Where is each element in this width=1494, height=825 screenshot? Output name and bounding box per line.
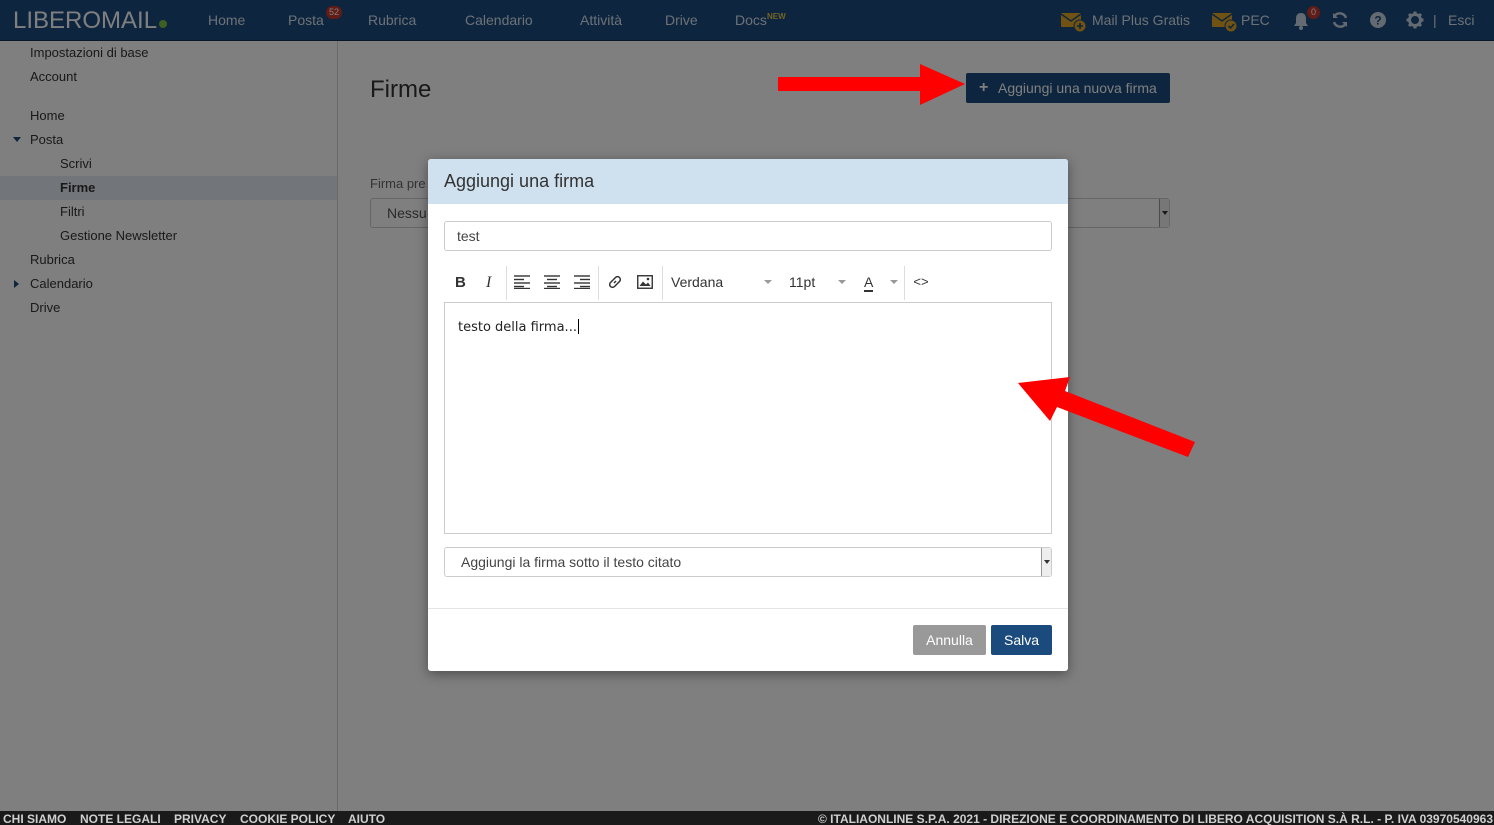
align-right-icon[interactable] <box>570 264 594 300</box>
svg-text:I: I <box>485 274 492 290</box>
select-arrow-icon[interactable] <box>1041 548 1051 576</box>
footer-link-chi-siamo[interactable]: CHI SIAMO <box>3 812 66 825</box>
footer-link-cookie-policy[interactable]: COOKIE POLICY <box>240 812 335 825</box>
font-family-value: Verdana <box>671 274 724 290</box>
save-button[interactable]: Salva <box>991 625 1052 655</box>
chevron-down-icon <box>838 280 846 284</box>
link-icon[interactable] <box>602 264 628 300</box>
page-footer: CHI SIAMO NOTE LEGALI PRIVACY COOKIE POL… <box>0 811 1494 825</box>
signature-position-select[interactable]: Aggiungi la firma sotto il testo citato <box>444 547 1052 577</box>
font-family-dropdown[interactable]: Verdana <box>671 264 779 300</box>
svg-text:B: B <box>455 274 466 290</box>
chevron-down-icon <box>890 280 898 284</box>
font-size-value: 11pt <box>789 274 816 290</box>
editor-content[interactable]: testo della firma... <box>458 319 579 336</box>
footer-link-note-legali[interactable]: NOTE LEGALI <box>80 812 161 825</box>
source-code-icon[interactable]: <> <box>910 264 932 300</box>
toolbar-divider <box>662 266 663 300</box>
italic-icon[interactable]: I <box>478 264 502 300</box>
footer-link-aiuto[interactable]: AIUTO <box>348 812 385 825</box>
signature-name-input[interactable] <box>444 221 1052 251</box>
font-size-dropdown[interactable]: 11pt <box>789 264 849 300</box>
dialog-footer-divider <box>428 608 1068 609</box>
cancel-button[interactable]: Annulla <box>913 625 986 655</box>
toolbar-divider <box>506 266 507 300</box>
dialog-title: Aggiungi una firma <box>444 171 595 191</box>
align-left-icon[interactable] <box>510 264 534 300</box>
editor-text: testo della firma... <box>458 320 577 335</box>
text-color-glyph: A <box>864 274 874 290</box>
toolbar-divider <box>904 266 905 300</box>
add-signature-dialog: Aggiungi una firma B I Verdana <box>428 159 1068 671</box>
text-cursor <box>577 319 579 334</box>
image-icon[interactable] <box>632 264 658 300</box>
dialog-header: Aggiungi una firma <box>428 159 1068 204</box>
signature-editor[interactable]: testo della firma... <box>444 302 1052 534</box>
source-code-glyph: <> <box>913 274 929 289</box>
footer-copyright: © ITALIAONLINE S.P.A. 2021 - DIREZIONE E… <box>818 812 1493 825</box>
text-color-dropdown[interactable]: A <box>864 264 904 300</box>
toolbar-divider <box>598 266 599 300</box>
footer-link-privacy[interactable]: PRIVACY <box>174 812 226 825</box>
chevron-down-icon <box>764 280 772 284</box>
text-color-icon: A <box>864 274 874 292</box>
align-center-icon[interactable] <box>540 264 564 300</box>
editor-toolbar: B I Verdana 11pt A <> <box>444 264 1052 300</box>
bold-icon[interactable]: B <box>448 264 472 300</box>
signature-position-value: Aggiungi la firma sotto il testo citato <box>461 554 682 570</box>
